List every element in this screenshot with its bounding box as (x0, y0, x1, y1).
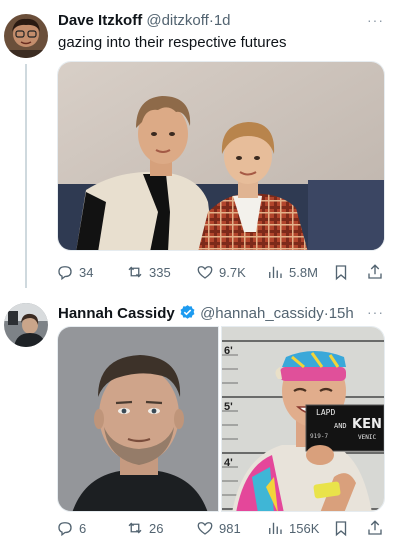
tweet-header: Hannah Cassidy @hannah_cassidy·15h (58, 304, 354, 323)
retweet-icon (128, 266, 142, 278)
reply-count: 34 (79, 264, 94, 280)
share-button[interactable] (366, 518, 384, 538)
author-handle[interactable]: @hannah_cassidy (200, 305, 324, 322)
tweet-actions: 6 26 981 156K (56, 518, 386, 538)
timestamp[interactable]: 15h (329, 305, 354, 322)
verified-badge-icon (180, 305, 195, 319)
author-name[interactable]: Dave Itzkoff (58, 12, 142, 29)
like-button[interactable]: 981 (196, 518, 241, 538)
bookmark-button[interactable] (332, 262, 350, 282)
reply-button[interactable]: 34 (56, 262, 93, 282)
retweet-icon (128, 522, 142, 534)
share-icon (368, 520, 382, 535)
thread-line (25, 64, 27, 288)
placard-and: AND (334, 422, 347, 430)
placard-number: 919-7 (310, 433, 329, 440)
tweet-photo-right[interactable]: LAPD AND KEN 919-7 VENIC 6' 5' 4' (221, 326, 385, 512)
view-count: 156K (289, 520, 320, 536)
height-mark-4: 4' (224, 457, 233, 469)
views-icon (269, 522, 282, 534)
reply-button[interactable]: 6 (56, 518, 86, 538)
tweet-photo-left[interactable] (57, 326, 219, 512)
tweet-text: gazing into their respective futures (58, 34, 287, 51)
retweet-count: 26 (149, 520, 164, 536)
more-options-icon[interactable]: ··· (367, 304, 384, 320)
author-avatar[interactable] (4, 14, 48, 58)
share-icon (368, 264, 382, 279)
author-avatar[interactable] (4, 303, 48, 347)
tweet-1[interactable]: Dave Itzkoff @ditzkoff·1d ··· gazing int… (0, 0, 398, 290)
placard-venice: VENIC (358, 434, 377, 441)
views-icon (269, 266, 282, 278)
views-button[interactable]: 5.8M (266, 262, 318, 282)
tweet-2[interactable]: Hannah Cassidy @hannah_cassidy·15h ··· L… (0, 290, 398, 554)
bookmark-icon (335, 521, 347, 537)
tweet-header: Dave Itzkoff @ditzkoff·1d (58, 12, 231, 30)
heart-icon (197, 266, 213, 279)
view-count: 5.8M (289, 264, 318, 280)
timestamp[interactable]: 1d (214, 12, 231, 29)
reply-icon (58, 266, 72, 281)
height-mark-6: 6' (224, 345, 233, 357)
like-button[interactable]: 9.7K (196, 262, 246, 282)
retweet-count: 335 (149, 264, 171, 280)
like-count: 981 (219, 520, 241, 536)
author-handle[interactable]: @ditzkoff (146, 12, 208, 29)
placard-ken: KEN (352, 417, 382, 432)
heart-icon (197, 522, 213, 535)
reply-icon (58, 522, 72, 537)
bookmark-icon (335, 265, 347, 281)
author-name[interactable]: Hannah Cassidy (58, 305, 175, 322)
tweet-actions: 34 335 9.7K 5.8M (56, 262, 386, 282)
placard-lapd: LAPD (316, 408, 336, 417)
like-count: 9.7K (219, 264, 246, 280)
views-button[interactable]: 156K (266, 518, 319, 538)
retweet-button[interactable]: 26 (126, 518, 163, 538)
bookmark-button[interactable] (332, 518, 350, 538)
more-options-icon[interactable]: ··· (367, 12, 384, 28)
height-mark-5: 5' (224, 401, 233, 413)
retweet-button[interactable]: 335 (126, 262, 171, 282)
tweet-photo[interactable] (57, 61, 385, 251)
reply-count: 6 (79, 520, 87, 536)
share-button[interactable] (366, 262, 384, 282)
